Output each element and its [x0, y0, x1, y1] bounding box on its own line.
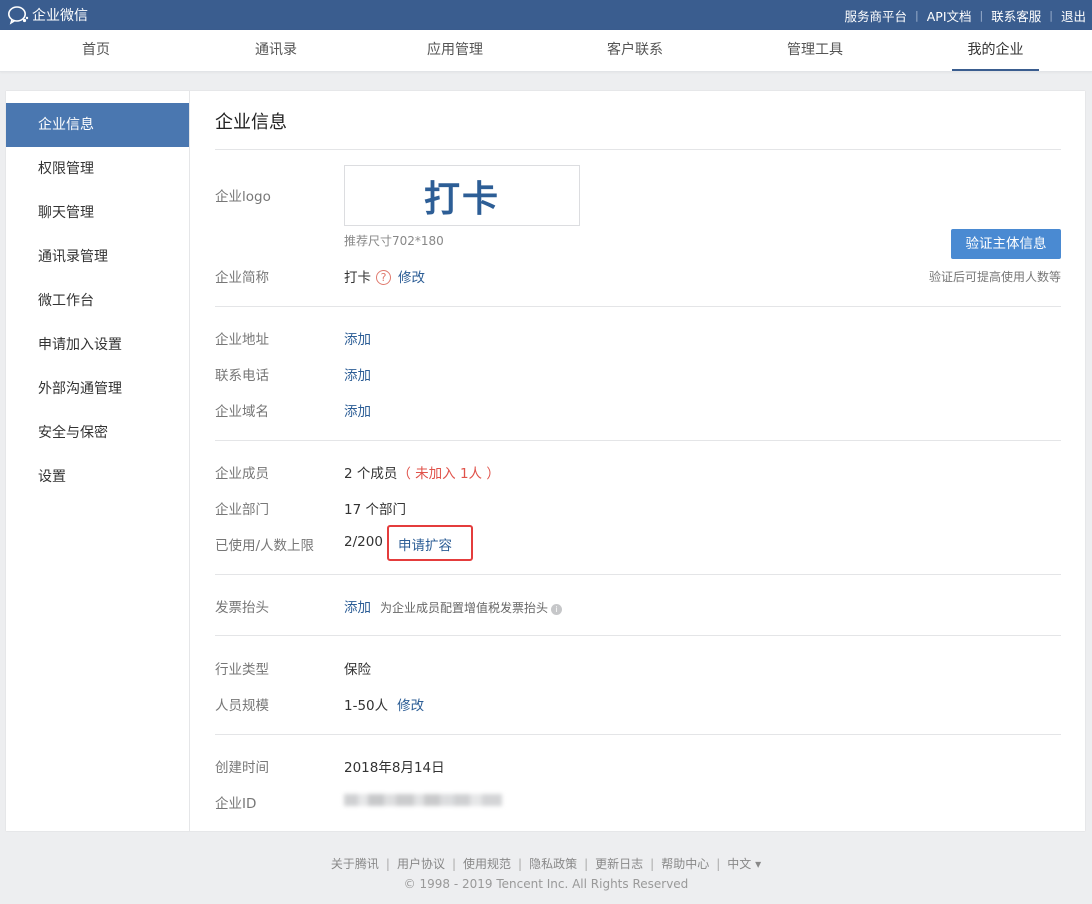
top-bar: 企业微信 服务商平台 | API文档 | 联系客服 | 退出	[0, 0, 1092, 30]
departments-count: 17 个部门	[344, 502, 406, 518]
tab-management-tools[interactable]: 管理工具	[765, 30, 865, 71]
verify-note: 验证后可提高使用人数等	[928, 270, 1061, 284]
contact-support-link[interactable]: 联系客服	[991, 6, 1041, 25]
divider	[215, 734, 1061, 735]
logout-link[interactable]: 退出	[1061, 6, 1086, 25]
tab-my-enterprise[interactable]: 我的企业	[952, 30, 1039, 71]
sidebar-item-settings[interactable]: 设置	[6, 455, 189, 499]
info-icon[interactable]: i	[551, 604, 563, 615]
scale-row: 1-50人 修改	[344, 694, 424, 714]
sidebar-item-join-settings[interactable]: 申请加入设置	[6, 323, 189, 367]
divider	[215, 440, 1061, 441]
sidebar-item-permissions[interactable]: 权限管理	[6, 147, 189, 191]
main-nav: 首页 通讯录 应用管理 客户联系 管理工具 我的企业	[0, 30, 1092, 72]
footer-usage-rules-link[interactable]: 使用规范	[463, 857, 511, 871]
sidebar-item-external-communication[interactable]: 外部沟通管理	[6, 367, 189, 411]
footer-changelog-link[interactable]: 更新日志	[595, 857, 643, 871]
not-joined-count[interactable]: （ 未加入 1人 ）	[397, 466, 499, 482]
corp-id-label: 企业ID	[215, 796, 257, 812]
members-row: 2 个成员（ 未加入 1人 ）	[344, 462, 500, 482]
phone-label: 联系电话	[215, 368, 269, 384]
invoice-label: 发票抬头	[215, 600, 269, 616]
divider	[215, 149, 1061, 150]
industry-value: 保险	[344, 662, 371, 678]
divider	[215, 306, 1061, 307]
logo-text: 打卡	[423, 178, 500, 220]
divider: |	[1049, 9, 1053, 22]
footer-privacy-link[interactable]: 隐私政策	[529, 857, 577, 871]
language-select[interactable]: 中文 ▾	[727, 857, 761, 871]
divider	[215, 635, 1061, 636]
brand-logo[interactable]: 企业微信	[7, 5, 88, 25]
divider	[215, 574, 1061, 575]
divider: |	[451, 857, 457, 871]
tab-home[interactable]: 首页	[46, 30, 146, 71]
divider: |	[584, 857, 589, 871]
tab-customer-contact[interactable]: 客户联系	[585, 30, 685, 71]
main-card: 企业信息 权限管理 聊天管理 通讯录管理 微工作台 申请加入设置 外部沟通管理 …	[6, 91, 1085, 831]
add-address-link[interactable]: 添加	[344, 328, 371, 348]
divider: |	[979, 9, 984, 22]
divider: |	[650, 857, 655, 871]
created-label: 创建时间	[215, 760, 269, 776]
edit-short-name-link[interactable]: 修改	[398, 270, 425, 286]
edit-scale-link[interactable]: 修改	[397, 698, 424, 714]
industry-label: 行业类型	[215, 662, 269, 678]
members-count: 2 个成员	[344, 466, 398, 482]
add-invoice-link[interactable]: 添加	[344, 600, 371, 616]
logo-label: 企业logo	[215, 189, 271, 205]
divider: |	[915, 9, 919, 22]
usage-label: 已使用/人数上限	[215, 538, 315, 554]
short-name-value: 打卡	[344, 270, 371, 286]
enterprise-logo[interactable]: 打卡	[344, 165, 580, 226]
sidebar: 企业信息 权限管理 聊天管理 通讯录管理 微工作台 申请加入设置 外部沟通管理 …	[6, 91, 190, 831]
sidebar-item-chat-management[interactable]: 聊天管理	[6, 191, 189, 235]
top-links: 服务商平台 | API文档 | 联系客服 | 退出	[845, 6, 1086, 25]
api-docs-link[interactable]: API文档	[927, 6, 972, 25]
enterprise-info-panel: 企业信息 企业logo 打卡 推荐尺寸702*180 验证主体信息 验证后可提高…	[215, 91, 1061, 831]
apply-expansion-link[interactable]: 申请扩容	[398, 534, 452, 554]
question-icon[interactable]: ?	[376, 270, 391, 285]
footer-about-link[interactable]: 关于腾讯	[331, 857, 379, 871]
members-label: 企业成员	[215, 466, 269, 482]
created-date: 2018年8月14日	[344, 760, 445, 776]
divider: |	[716, 857, 721, 871]
usage-value: 2/200	[344, 534, 383, 550]
short-name-row: 打卡? 修改	[344, 266, 425, 286]
add-phone-link[interactable]: 添加	[344, 364, 371, 384]
wecom-logo-icon	[8, 6, 29, 25]
sidebar-item-micro-workbench[interactable]: 微工作台	[6, 279, 189, 323]
invoice-row: 添加 为企业成员配置增值税发票抬头 i	[344, 596, 563, 616]
domain-label: 企业域名	[215, 404, 269, 420]
invoice-note: 为企业成员配置增值税发票抬头	[380, 601, 549, 615]
footer-user-agreement-link[interactable]: 用户协议	[397, 857, 445, 871]
logo-size-hint: 推荐尺寸702*180	[344, 234, 444, 248]
footer-links: 关于腾讯 | 用户协议 | 使用规范 | 隐私政策 | 更新日志 | 帮助中心 | 中文 ▾	[0, 855, 1092, 872]
scale-value: 1-50人	[344, 698, 389, 714]
tab-app-management[interactable]: 应用管理	[405, 30, 505, 71]
divider: |	[518, 857, 523, 871]
tab-contacts[interactable]: 通讯录	[226, 30, 326, 71]
departments-label: 企业部门	[215, 502, 269, 518]
address-label: 企业地址	[215, 332, 269, 348]
copyright: © 1998 - 2019 Tencent Inc. All Rights Re…	[403, 877, 689, 891]
add-domain-link[interactable]: 添加	[344, 400, 371, 420]
sidebar-item-enterprise-info[interactable]: 企业信息	[6, 103, 189, 147]
page-title: 企业信息	[215, 112, 287, 133]
verify-entity-button[interactable]: 验证主体信息	[951, 229, 1061, 259]
sidebar-item-contacts-management[interactable]: 通讯录管理	[6, 235, 189, 279]
service-platform-link[interactable]: 服务商平台	[845, 6, 908, 25]
corp-id-redacted	[344, 790, 502, 810]
divider: |	[385, 857, 390, 871]
scale-label: 人员规模	[215, 698, 269, 714]
short-name-label: 企业简称	[215, 270, 269, 286]
footer-help-link[interactable]: 帮助中心	[661, 857, 709, 871]
brand-name: 企业微信	[32, 8, 88, 24]
sidebar-item-security[interactable]: 安全与保密	[6, 411, 189, 455]
